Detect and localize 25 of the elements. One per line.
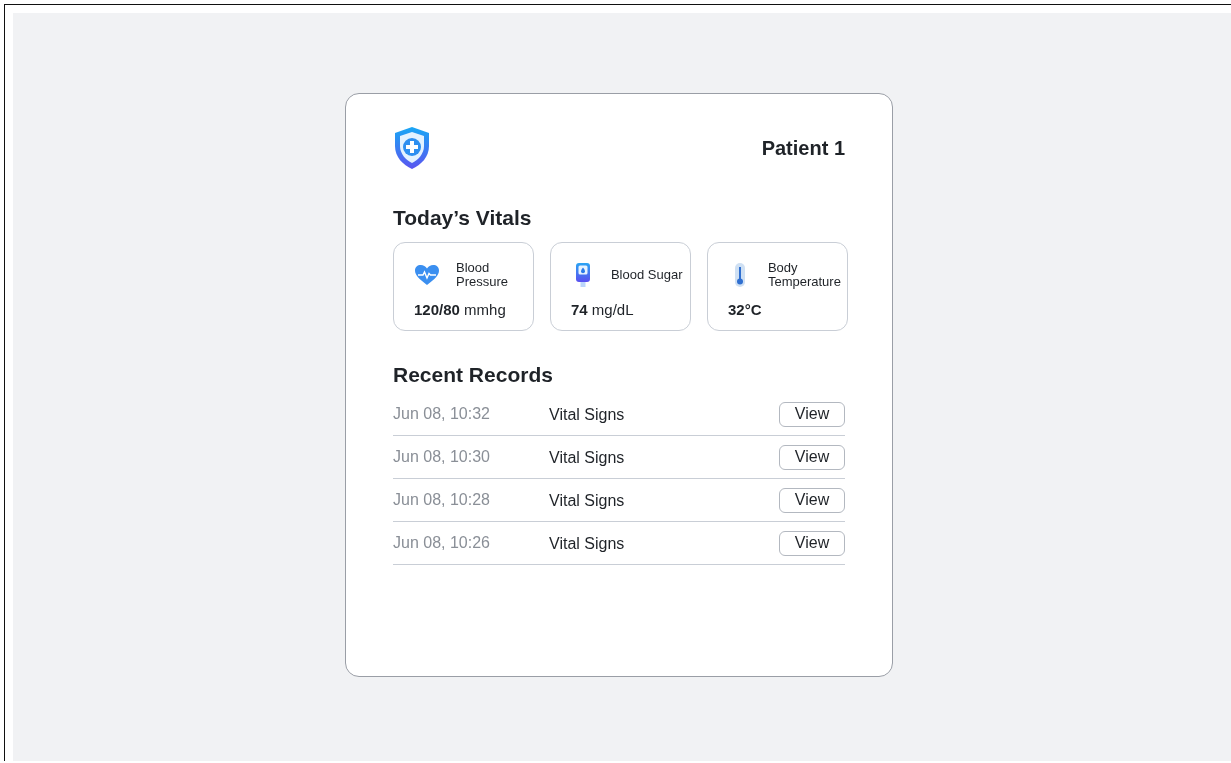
vital-value: 120/80 mmhg [414, 301, 507, 318]
view-button[interactable]: View [779, 401, 845, 427]
vital-value: 32°C [728, 301, 763, 318]
vital-value: 74 mg/dL [571, 301, 635, 318]
record-type: Vital Signs [549, 405, 626, 424]
glucose-meter-icon [574, 262, 591, 288]
view-button[interactable]: View [779, 444, 845, 470]
view-button[interactable]: View [779, 487, 845, 513]
record-type: Vital Signs [549, 448, 626, 467]
view-button[interactable]: View [779, 530, 845, 556]
record-time: Jun 08, 10:28 [393, 491, 491, 509]
record-type: Vital Signs [549, 491, 626, 510]
record-time: Jun 08, 10:30 [393, 448, 491, 466]
vital-label: Body Temperature [767, 261, 842, 289]
shield-cross-icon [393, 126, 431, 170]
vital-label: Blood Sugar [610, 268, 684, 282]
patient-name: Patient 1 [761, 136, 845, 160]
vital-label: Blood Pressure [456, 261, 510, 289]
heart-icon [414, 264, 440, 286]
record-time: Jun 08, 10:32 [393, 405, 491, 423]
record-type: Vital Signs [549, 534, 626, 553]
thermometer-icon [732, 262, 747, 288]
section-title: Recent Records [393, 363, 554, 387]
section-title: Today’s Vitals [393, 206, 533, 230]
record-time: Jun 08, 10:26 [393, 534, 491, 552]
